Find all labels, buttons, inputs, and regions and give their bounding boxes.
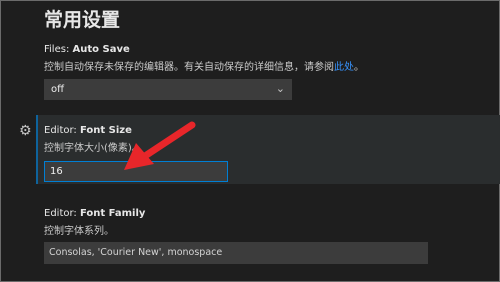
setting-title: Editor: Font Size	[44, 125, 142, 136]
page-title: 常用设置	[44, 9, 121, 31]
setting-key: Auto Save	[72, 44, 130, 55]
auto-save-dropdown[interactable]: off ⌄	[44, 79, 292, 100]
font-size-input[interactable]: 16	[44, 161, 228, 182]
setting-description: 控制自动保存未保存的编辑器。有关自动保存的详细信息，请参阅此处。	[44, 58, 364, 73]
setting-auto-save: Files: Auto Save 控制自动保存未保存的编辑器。有关自动保存的详细…	[44, 44, 364, 73]
description-end: 。	[354, 62, 364, 73]
setting-title: Files: Auto Save	[44, 44, 364, 55]
setting-description: 控制字体大小(像素)。	[44, 143, 142, 154]
setting-category: Editor:	[44, 125, 80, 136]
font-family-input[interactable]: Consolas, 'Courier New', monospace	[44, 242, 428, 264]
chevron-down-icon: ⌄	[275, 82, 285, 95]
setting-font-family: Editor: Font Family 控制字体系列。	[44, 208, 145, 237]
description-text: 控制自动保存未保存的编辑器。有关自动保存的详细信息，请参阅	[44, 62, 334, 73]
auto-save-value: off	[51, 84, 65, 95]
setting-description: 控制字体系列。	[44, 226, 114, 237]
setting-title: Editor: Font Family	[44, 208, 145, 219]
setting-category: Editor:	[44, 208, 80, 219]
setting-category: Files:	[44, 44, 73, 55]
details-link[interactable]: 此处	[334, 62, 354, 73]
setting-key: Font Size	[79, 125, 132, 136]
setting-key: Font Family	[79, 208, 146, 219]
focus-indicator	[36, 115, 38, 184]
gear-icon[interactable]: ⚙	[19, 124, 32, 138]
